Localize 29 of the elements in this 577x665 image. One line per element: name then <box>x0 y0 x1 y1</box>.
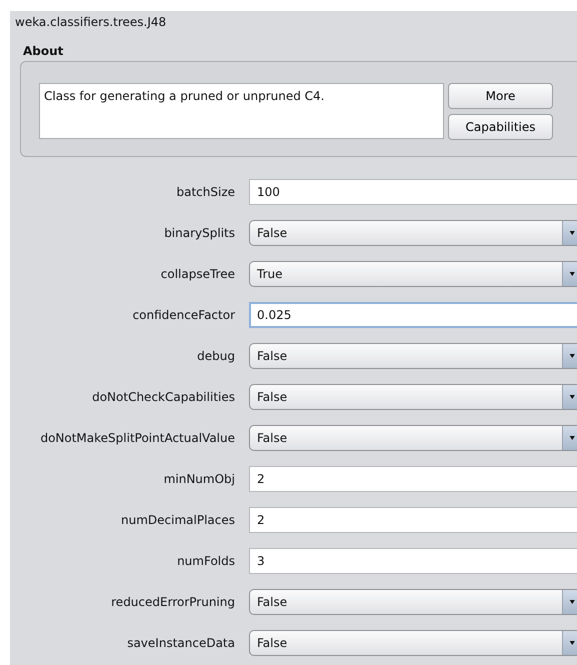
property-label: binarySplits <box>163 226 235 240</box>
input-field[interactable]: 2 <box>249 466 577 492</box>
value-dropdown[interactable]: False <box>249 425 577 451</box>
about-text: Class for generating a pruned or unpruned C4. <box>39 83 444 139</box>
value-dropdown[interactable]: False <box>249 630 577 656</box>
value-dropdown[interactable]: False <box>249 220 577 246</box>
property-label: doNotCheckCapabilities <box>91 390 235 404</box>
input-field[interactable]: 0.025 <box>249 302 577 328</box>
property-label: debug <box>196 349 235 363</box>
property-label: collapseTree <box>160 267 235 281</box>
property-label: minNumObj <box>162 472 235 486</box>
value-dropdown[interactable]: False <box>249 384 577 410</box>
value-dropdown[interactable]: True <box>249 261 577 287</box>
property-label: reducedErrorPruning <box>110 595 235 609</box>
class-name: weka.classifiers.trees.J48 <box>15 15 166 29</box>
property-label: batchSize <box>175 185 235 199</box>
input-field[interactable]: 2 <box>249 507 577 533</box>
property-label: saveInstanceData <box>126 636 235 650</box>
input-field[interactable]: 3 <box>249 548 577 574</box>
capabilities-button[interactable]: Capabilities <box>448 114 553 140</box>
value-dropdown[interactable]: False <box>249 589 577 615</box>
more-button[interactable]: More <box>448 83 553 109</box>
input-field[interactable]: 100 <box>249 179 577 205</box>
property-label: numDecimalPlaces <box>120 513 235 527</box>
property-label: confidenceFactor <box>132 308 235 322</box>
about-label: About <box>23 44 64 58</box>
property-label: doNotMakeSplitPointActualValue <box>39 431 235 445</box>
property-label: numFolds <box>176 554 235 568</box>
value-dropdown[interactable]: False <box>249 343 577 369</box>
